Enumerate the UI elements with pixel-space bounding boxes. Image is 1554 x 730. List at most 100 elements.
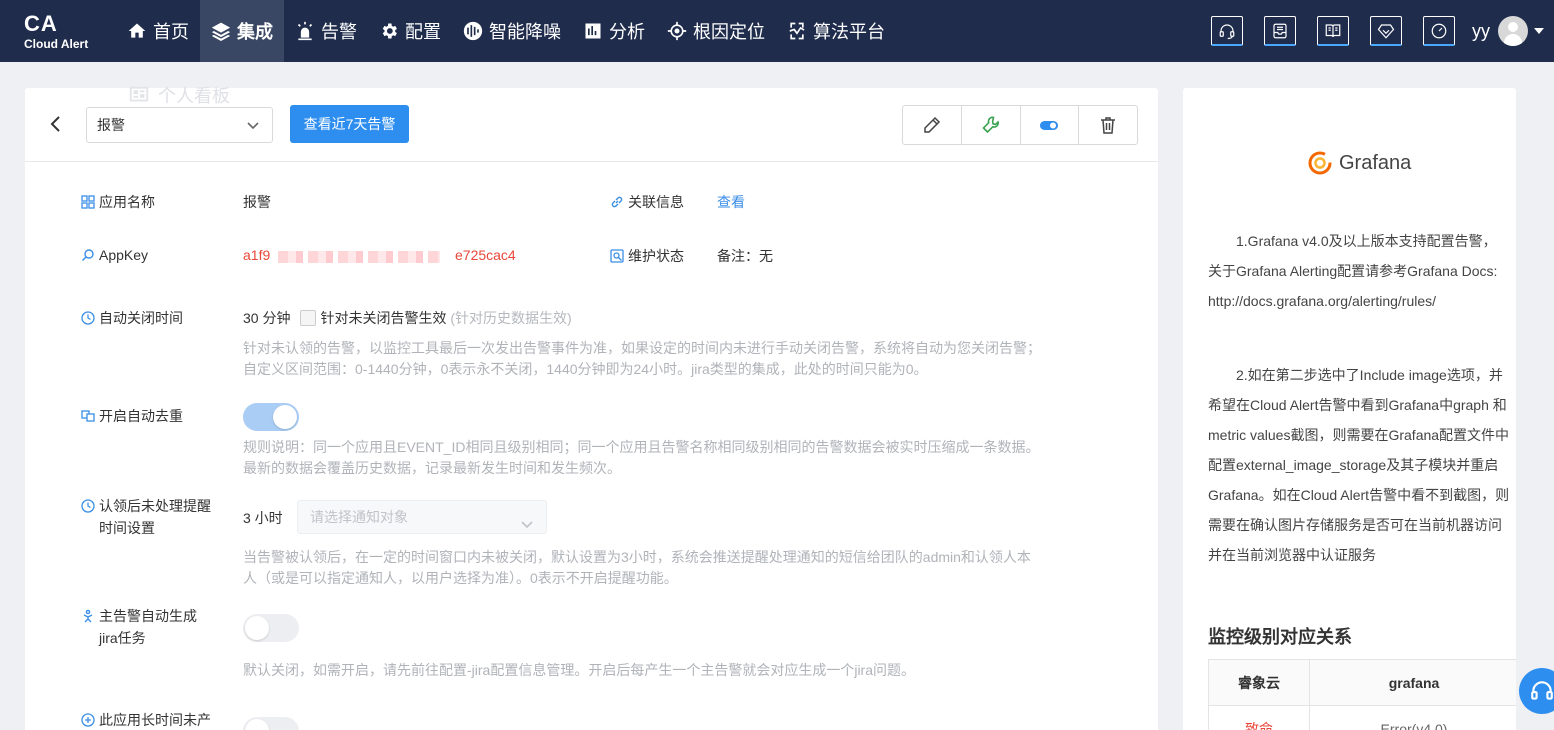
user-menu[interactable]: yy [1472,16,1544,46]
header-tools: yy [1211,0,1554,62]
nav-label: 配置 [405,22,441,42]
jira-label: 主告警自动生成 jira任务 [81,605,197,649]
idle-icon [81,713,95,727]
table-row: 致命 Error(v4.0) [1208,705,1516,730]
wrench-icon [981,116,999,134]
top-nav-bar: CA Cloud Alert 首页 集成 告警 配置 智能降噪 分析 根因定位 … [0,0,1554,62]
nav-item-analysis[interactable]: 分析 [572,0,656,62]
auto-dedup-toggle[interactable] [243,403,299,431]
nav-item-noise-reduction[interactable]: 智能降噪 [452,0,572,62]
auto-dedup-label: 开启自动去重 [81,405,183,427]
appkey-redaction [278,251,440,263]
long-idle-toggle[interactable] [243,717,299,730]
trash-icon [1101,117,1116,134]
auto-close-label: 自动关闭时间 [81,307,183,329]
maintain-status-label: 维护状态 [610,245,684,267]
table-header-row: 睿象云 grafana [1208,659,1516,706]
grid-icon [81,195,95,209]
help-paragraph-1: 1.Grafana v4.0及以上版本支持配置告警，关于Grafana Aler… [1208,233,1498,309]
nav-item-root-cause[interactable]: 根因定位 [656,0,776,62]
checkbox-hint: (针对历史数据生效) [450,310,572,326]
configure-button[interactable] [962,106,1021,144]
support-button[interactable] [1211,16,1243,46]
premium-button[interactable] [1370,16,1402,46]
target-icon [667,21,687,41]
inbox-button[interactable] [1264,16,1296,46]
maintenance-icon [610,249,624,263]
nav-item-algorithm[interactable]: 算法平台 [776,0,896,62]
app-name-label: 应用名称 [81,191,155,213]
appkey-value-start: a1f9 [243,247,271,263]
nav-item-home[interactable]: 首页 [116,0,200,62]
delete-button[interactable] [1079,106,1137,144]
nav-label: 根因定位 [693,22,765,42]
nav-label: 智能降噪 [489,22,561,42]
help-side-panel: Grafana 1.Grafana v4.0及以上版本支持配置告警，关于Graf… [1183,88,1516,730]
headset-icon [1219,23,1235,39]
nav-label: 首页 [153,22,189,42]
notify-target-select[interactable]: 请选择通知对象 [297,500,547,534]
nav-label: 算法平台 [813,22,885,42]
toggle-on-icon [1040,121,1059,130]
auto-close-value[interactable]: 30 分钟 [243,310,290,326]
pencil-icon [924,116,940,133]
alarm-light-icon [297,21,313,41]
toggle-knob [245,719,269,730]
docs-button[interactable] [1317,16,1349,46]
auto-close-description: 针对未认领的告警，以监控工具最后一次发出告警事件为准，如果设定的时间内未进行手动… [243,340,1041,377]
integration-detail-card: 报警 查看近7天告警 应用名称 报警 关联信息 查看 AppKey a1f9 e… [25,88,1158,730]
appkey-value-end: e725cac4 [455,247,516,263]
chevron-down-icon [246,118,260,135]
back-button[interactable] [49,114,65,134]
user-name: yy [1472,20,1490,41]
nav-label: 分析 [609,22,645,42]
waveform-icon [463,21,483,41]
view-related-link[interactable]: 查看 [717,191,745,213]
dashboard-button[interactable] [1423,16,1455,46]
jira-icon [83,609,93,623]
headset-icon [1531,681,1553,700]
help-paragraph-2: 2.如在第二步选中了Include image选项，并希望在Cloud Aler… [1208,367,1510,563]
view-recent-alerts-button[interactable]: 查看近7天告警 [290,105,409,143]
nav-item-integration[interactable]: 集成 [200,0,284,62]
clock-icon [81,499,95,513]
chevron-left-icon [50,116,60,132]
logo-title: CA [24,11,58,36]
caret-down-icon [1534,28,1544,34]
remind-description: 当告警被认领后，在一定的时间窗口内未被关闭，默认设置为3小时，系统会推送提醒处理… [243,549,1031,586]
app-logo[interactable]: CA Cloud Alert [24,12,104,52]
jira-description: 默认关闭，如需开启，请先前往配置-jira配置信息管理。开启后每产生一个主告警就… [243,662,915,678]
logo-subtitle: Cloud Alert [24,37,89,51]
jira-auto-task-toggle[interactable] [243,614,299,642]
gear-icon [382,23,397,39]
grafana-logo-icon [1308,151,1332,175]
auto-dedup-description: 规则说明：同一个应用且EVENT_ID相同且级别相同；同一个应用且告警名称相同级… [243,439,1040,476]
clock-icon [81,311,95,325]
long-idle-label: 此应用长时间未产 [81,709,211,730]
home-icon [128,23,146,38]
appkey-label: AppKey [81,244,148,266]
ghost-menu-personal-board: 个人看板 [128,82,230,108]
level-mapping-table: 睿象云 grafana 致命 Error(v4.0) [1208,659,1516,730]
remind-hours-value[interactable]: 3 小时 [243,507,283,529]
gauge-icon [1431,23,1447,38]
toggle-knob [245,616,269,640]
related-info-label: 关联信息 [610,191,684,213]
main-nav: 首页 集成 告警 配置 智能降噪 分析 根因定位 算法平台 [116,0,896,62]
diamond-icon [1377,23,1395,39]
apply-to-open-alerts-checkbox[interactable] [300,310,317,326]
dashboard-icon [129,86,149,102]
layers-icon [211,22,231,41]
integration-select-value: 报警 [97,117,125,133]
bar-chart-icon [585,23,601,39]
integration-select[interactable]: 报警 [86,107,273,143]
chevron-down-icon [520,510,534,542]
inbox-icon [1273,23,1287,38]
nav-item-config[interactable]: 配置 [368,0,452,62]
enable-toggle-button[interactable] [1021,106,1080,144]
edit-button[interactable] [903,106,962,144]
checkbox-label: 针对未关闭告警生效 [320,310,447,326]
floating-support-button[interactable] [1519,668,1554,714]
nav-label: 告警 [321,22,357,42]
nav-item-alerts[interactable]: 告警 [284,0,368,62]
